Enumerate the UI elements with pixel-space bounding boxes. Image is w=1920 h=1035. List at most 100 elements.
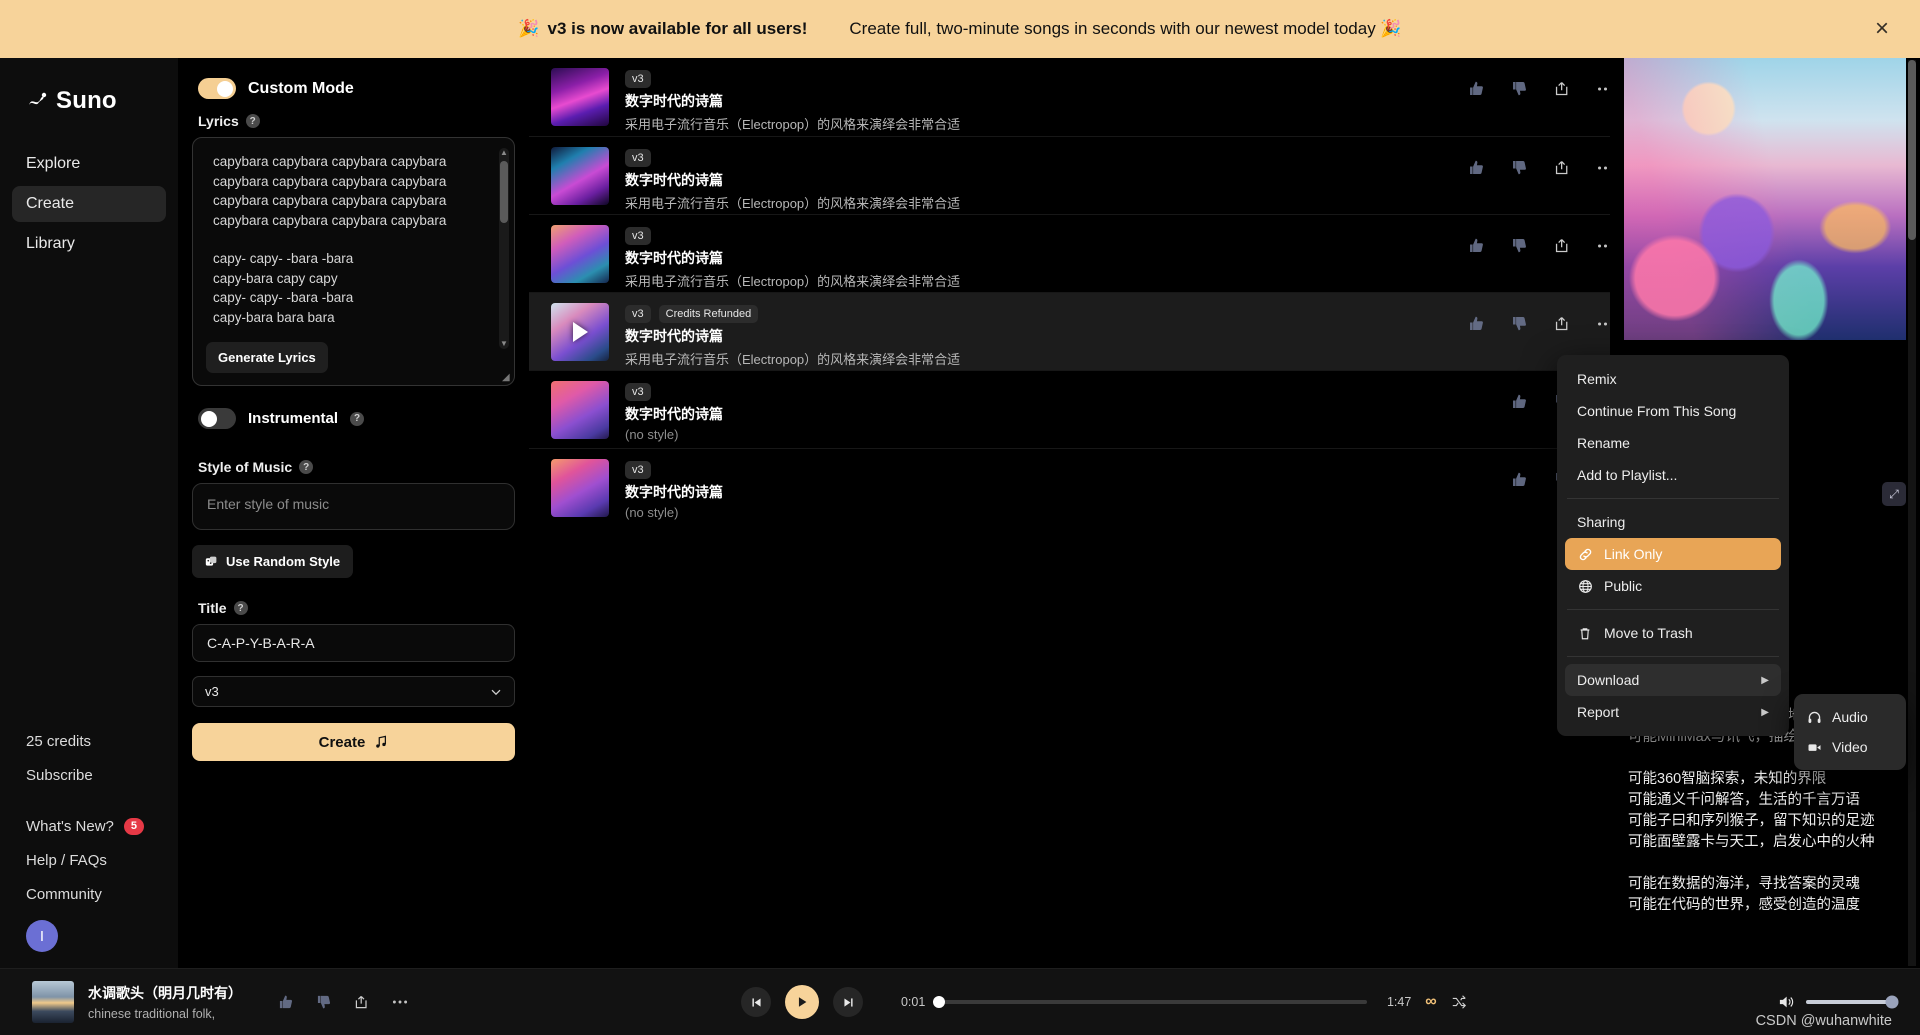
player-volume bbox=[1778, 994, 1920, 1010]
song-chip-row: v3 bbox=[625, 383, 723, 402]
song-title[interactable]: 数字时代的诗篇 bbox=[625, 404, 723, 424]
thumbs-down-icon[interactable] bbox=[1511, 159, 1528, 176]
volume-slider[interactable] bbox=[1806, 995, 1899, 1009]
submenu-item-audio[interactable]: Audio bbox=[1794, 702, 1906, 732]
model-select[interactable]: v3 bbox=[192, 676, 515, 707]
song-title[interactable]: 数字时代的诗篇 bbox=[625, 248, 960, 268]
help-faqs-link[interactable]: Help / FAQs bbox=[26, 852, 178, 869]
volume-icon[interactable] bbox=[1778, 994, 1796, 1010]
menu-item-move-to-trash[interactable]: Move to Trash bbox=[1565, 617, 1781, 649]
download-submenu: Audio Video bbox=[1794, 694, 1906, 770]
whats-new-link[interactable]: What's New? 5 bbox=[26, 817, 178, 835]
song-description: (no style) bbox=[625, 505, 679, 521]
more-options-icon[interactable] bbox=[392, 999, 408, 1005]
help-icon[interactable]: ? bbox=[245, 114, 260, 128]
chevron-up-icon[interactable]: ▲ bbox=[499, 148, 509, 158]
lyrics-textarea[interactable]: capybara capybara capybara capybara capy… bbox=[192, 137, 515, 386]
menu-item-label: Remix bbox=[1577, 371, 1617, 387]
shuffle-icon[interactable] bbox=[1451, 994, 1467, 1010]
chevron-down-icon[interactable]: ▼ bbox=[499, 339, 509, 349]
instrumental-toggle[interactable] bbox=[198, 408, 236, 429]
share-icon[interactable] bbox=[1554, 80, 1571, 97]
menu-item-public[interactable]: Public bbox=[1565, 570, 1781, 602]
thumbs-down-icon[interactable] bbox=[1511, 80, 1528, 97]
menu-item-report[interactable]: Report ▶ bbox=[1565, 696, 1781, 728]
menu-item-link-only[interactable]: Link Only bbox=[1565, 538, 1781, 570]
song-artwork[interactable] bbox=[551, 225, 609, 283]
total-time: 1:47 bbox=[1386, 995, 1412, 1009]
scrollbar-thumb[interactable] bbox=[1908, 60, 1916, 240]
sidebar-item-library[interactable]: Library bbox=[12, 226, 166, 262]
party-popper-icon: 🎉 bbox=[518, 19, 540, 38]
play-icon[interactable] bbox=[551, 303, 609, 361]
thumbs-up-icon[interactable] bbox=[1511, 393, 1528, 410]
custom-mode-label: Custom Mode bbox=[248, 79, 354, 97]
song-artwork[interactable] bbox=[551, 68, 609, 126]
thumbs-up-icon[interactable] bbox=[1468, 80, 1485, 97]
panel-scrollbar[interactable] bbox=[1908, 60, 1916, 966]
subscribe-link[interactable]: Subscribe bbox=[26, 767, 178, 784]
song-title[interactable]: 数字时代的诗篇 bbox=[625, 482, 723, 502]
progress-slider[interactable] bbox=[933, 996, 1368, 1008]
thumbs-up-icon[interactable] bbox=[1511, 471, 1528, 488]
thumbs-down-icon[interactable] bbox=[316, 994, 332, 1010]
create-button[interactable]: Create bbox=[192, 723, 515, 761]
volume-control[interactable] bbox=[1778, 994, 1899, 1010]
song-chip-row: v3 bbox=[625, 461, 723, 480]
share-icon[interactable] bbox=[1554, 159, 1571, 176]
avatar[interactable]: I bbox=[26, 920, 58, 952]
song-title[interactable]: 数字时代的诗篇 bbox=[625, 91, 960, 111]
song-chip-row: v3 Credits Refunded bbox=[625, 305, 960, 324]
banner-headline: v3 is now available for all users! bbox=[547, 19, 808, 38]
menu-item-download[interactable]: Download ▶ bbox=[1565, 664, 1781, 696]
share-icon[interactable] bbox=[1554, 237, 1571, 254]
submenu-item-video[interactable]: Video bbox=[1794, 732, 1906, 762]
share-icon[interactable] bbox=[1554, 315, 1571, 332]
thumbs-up-icon[interactable] bbox=[1468, 237, 1485, 254]
thumbs-up-icon[interactable] bbox=[1468, 315, 1485, 332]
lyrics-line: 可能面壁露卡与天工，启发心中的火种 bbox=[1628, 834, 1875, 850]
status-badge: Credits Refunded bbox=[658, 305, 759, 324]
next-track-button[interactable] bbox=[833, 987, 864, 1017]
menu-item-continue-from-this-song[interactable]: Continue From This Song bbox=[1565, 395, 1781, 427]
menu-item-add-to-playlist[interactable]: Add to Playlist... bbox=[1565, 459, 1781, 491]
song-artwork[interactable] bbox=[551, 303, 609, 361]
help-icon[interactable]: ? bbox=[350, 411, 365, 426]
thumbs-up-icon[interactable] bbox=[278, 994, 294, 1010]
style-input[interactable] bbox=[192, 483, 515, 530]
close-icon[interactable]: × bbox=[1870, 17, 1894, 41]
thumbs-up-icon[interactable] bbox=[1468, 159, 1485, 176]
share-icon[interactable] bbox=[354, 994, 370, 1010]
sidebar-item-explore[interactable]: Explore bbox=[12, 146, 166, 182]
song-title[interactable]: 数字时代的诗篇 bbox=[625, 170, 960, 190]
song-title[interactable]: 数字时代的诗篇 bbox=[625, 326, 960, 346]
custom-mode-toggle[interactable] bbox=[198, 78, 236, 99]
brand-logo[interactable]: Suno bbox=[0, 74, 178, 120]
scrollbar-thumb[interactable] bbox=[500, 161, 508, 223]
lyrics-scrollbar[interactable]: ▲ ▼ bbox=[499, 148, 509, 349]
sidebar-item-create[interactable]: Create bbox=[12, 186, 166, 222]
previous-track-button[interactable] bbox=[741, 987, 772, 1017]
generate-lyrics-button[interactable]: Generate Lyrics bbox=[206, 342, 328, 373]
song-artwork[interactable] bbox=[551, 381, 609, 439]
menu-item-remix[interactable]: Remix bbox=[1565, 363, 1781, 395]
expand-icon[interactable]: ⤢ bbox=[1882, 482, 1906, 506]
thumbs-down-icon[interactable] bbox=[1511, 237, 1528, 254]
community-link[interactable]: Community bbox=[26, 886, 178, 903]
thumbs-down-icon[interactable] bbox=[1511, 315, 1528, 332]
song-artwork[interactable] bbox=[551, 147, 609, 205]
now-playing-artwork[interactable] bbox=[32, 981, 74, 1023]
progress-handle[interactable] bbox=[933, 996, 946, 1008]
help-icon[interactable]: ? bbox=[299, 460, 314, 474]
use-random-style-button[interactable]: Use Random Style bbox=[192, 545, 354, 578]
resize-handle-icon[interactable]: ◢ bbox=[502, 373, 511, 383]
help-icon[interactable]: ? bbox=[233, 601, 248, 615]
menu-item-rename[interactable]: Rename bbox=[1565, 427, 1781, 459]
sidebar-nav: Explore Create Library bbox=[0, 146, 178, 266]
song-artwork[interactable] bbox=[551, 459, 609, 517]
song-meta: v3 数字时代的诗篇 (no style) bbox=[625, 459, 723, 520]
volume-handle[interactable] bbox=[1885, 995, 1899, 1009]
play-pause-button[interactable] bbox=[785, 985, 820, 1019]
loop-infinite-icon[interactable]: ∞ bbox=[1425, 993, 1436, 1011]
title-input[interactable] bbox=[192, 624, 515, 662]
